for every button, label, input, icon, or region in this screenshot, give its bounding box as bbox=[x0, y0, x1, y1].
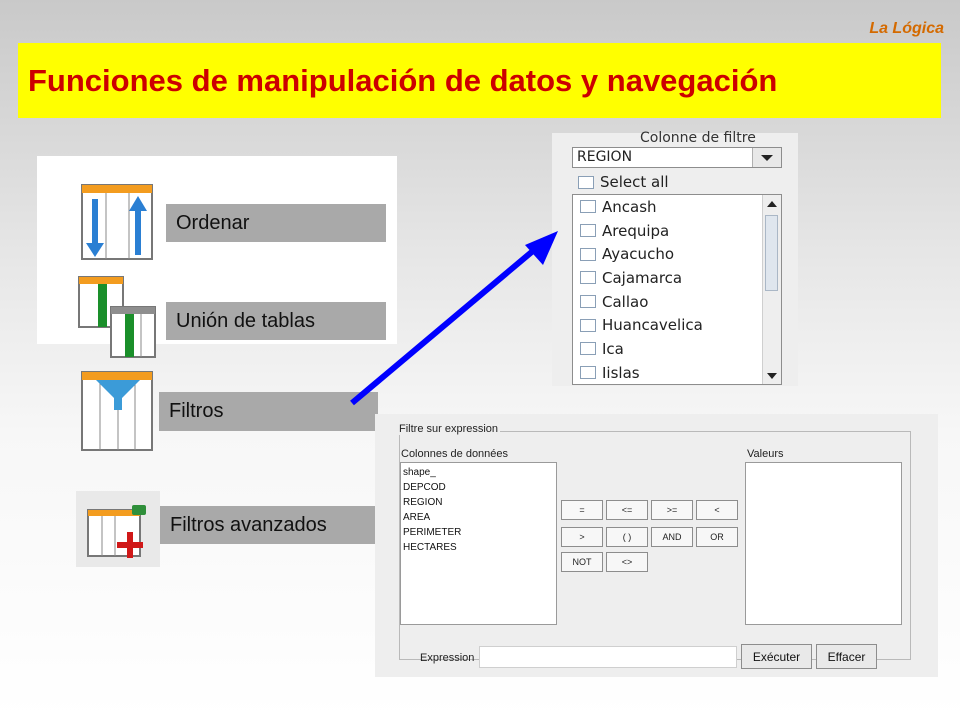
title-banner: Funciones de manipulación de datos y nav… bbox=[18, 43, 941, 118]
filter-column-title: Colonne de filtre bbox=[640, 130, 756, 146]
page-title: Funciones de manipulación de datos y nav… bbox=[28, 62, 778, 98]
list-item[interactable]: Ancash bbox=[573, 195, 781, 219]
region-list: Ancash Arequipa Ayacucho Cajamarca Calla… bbox=[572, 194, 782, 385]
list-item[interactable]: HECTARES bbox=[401, 540, 556, 555]
vertical-scrollbar[interactable] bbox=[762, 195, 781, 384]
list-item[interactable]: DEPCOD bbox=[401, 480, 556, 495]
expression-title: Filtre sur expression bbox=[399, 423, 501, 435]
clear-button[interactable]: Effacer bbox=[816, 644, 877, 669]
op-lte-button[interactable]: <= bbox=[606, 500, 648, 520]
expression-label: Expression bbox=[420, 652, 475, 664]
expression-input[interactable] bbox=[479, 646, 737, 668]
values-list[interactable] bbox=[745, 462, 902, 625]
expression-filter-panel: Filtre sur expression Colonnes de donnée… bbox=[375, 414, 938, 677]
list-item[interactable]: REGION bbox=[401, 495, 556, 510]
column-select[interactable]: REGION bbox=[572, 147, 782, 168]
list-item[interactable]: Cajamarca bbox=[573, 266, 781, 290]
join-tables-icon[interactable] bbox=[78, 275, 158, 364]
op-equals-button[interactable]: = bbox=[561, 500, 603, 520]
list-item[interactable]: AREA bbox=[401, 510, 556, 525]
op-parens-button[interactable]: ( ) bbox=[606, 527, 648, 547]
tool-filtros-avanzados[interactable]: Filtros avanzados bbox=[160, 506, 379, 544]
brand-label: La Lógica bbox=[869, 20, 944, 37]
checkbox-icon[interactable] bbox=[578, 176, 594, 189]
list-item[interactable]: PERIMETER bbox=[401, 525, 556, 540]
filter-table-icon[interactable] bbox=[80, 370, 154, 457]
op-not-button[interactable]: NOT bbox=[561, 552, 603, 572]
op-gt-button[interactable]: > bbox=[561, 527, 603, 547]
op-lt-button[interactable]: < bbox=[696, 500, 738, 520]
columns-label: Colonnes de données bbox=[401, 448, 509, 460]
select-all-checkbox[interactable]: Select all bbox=[578, 173, 669, 191]
advanced-filter-icon[interactable] bbox=[82, 500, 154, 567]
list-item[interactable]: Ayacucho bbox=[573, 242, 781, 266]
op-neq-button[interactable]: <> bbox=[606, 552, 648, 572]
list-item[interactable]: Iislas bbox=[573, 361, 781, 384]
op-and-button[interactable]: AND bbox=[651, 527, 693, 547]
op-gte-button[interactable]: >= bbox=[651, 500, 693, 520]
execute-button[interactable]: Exécuter bbox=[741, 644, 812, 669]
scrollbar-thumb[interactable] bbox=[765, 215, 778, 291]
list-item[interactable]: Callao bbox=[573, 290, 781, 314]
list-item[interactable]: shape_ bbox=[401, 465, 556, 480]
filter-column-panel: Colonne de filtre REGION Select all Anca… bbox=[552, 130, 798, 386]
list-item[interactable]: Arequipa bbox=[573, 219, 781, 243]
chevron-down-icon[interactable] bbox=[752, 148, 781, 167]
columns-list[interactable]: shape_ DEPCOD REGION AREA PERIMETER HECT… bbox=[400, 462, 557, 625]
values-label: Valeurs bbox=[747, 448, 784, 460]
list-item[interactable]: Ica bbox=[573, 337, 781, 361]
list-item[interactable]: Huancavelica bbox=[573, 313, 781, 337]
sort-table-icon[interactable] bbox=[80, 183, 154, 266]
arrow-connector bbox=[350, 231, 558, 406]
op-or-button[interactable]: OR bbox=[696, 527, 738, 547]
